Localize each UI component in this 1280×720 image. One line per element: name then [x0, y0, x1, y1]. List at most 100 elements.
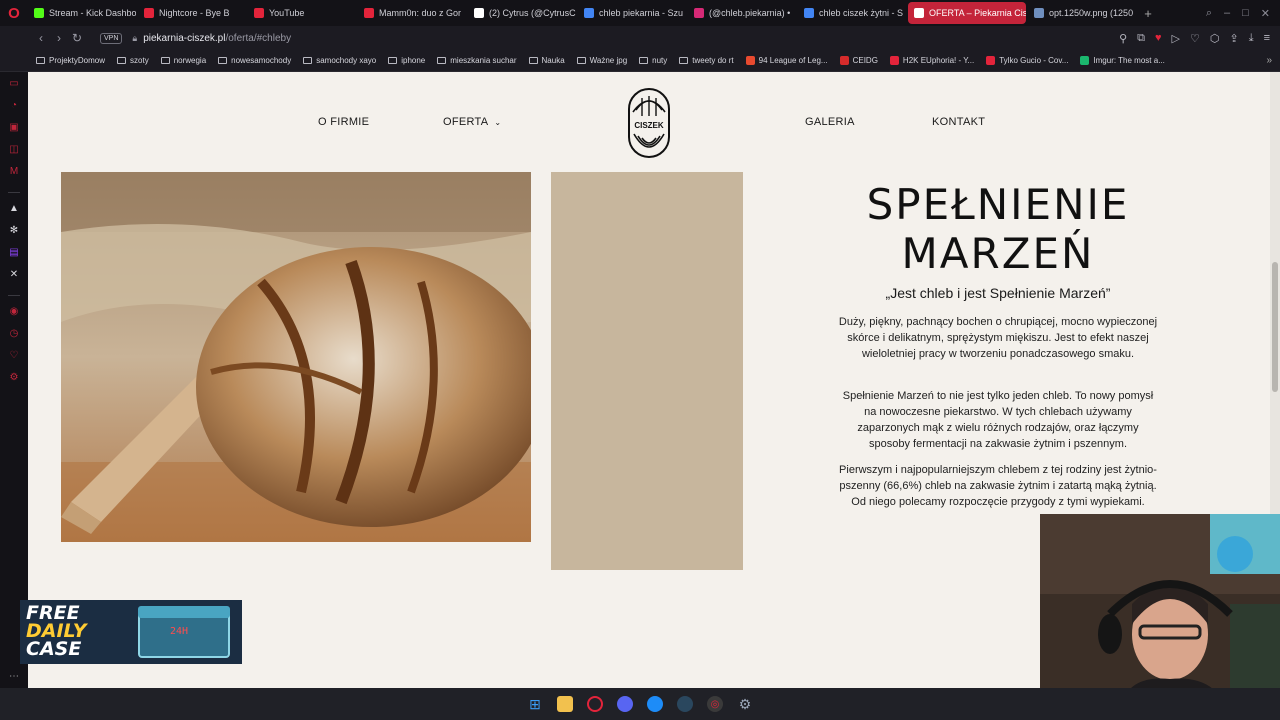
windows-start-icon[interactable]: ⊞ — [527, 696, 543, 712]
nav-o-firmie[interactable]: O FIRMIE — [318, 116, 369, 128]
sidebar-chatgpt-icon[interactable]: ✻ — [7, 225, 21, 241]
browser-tab[interactable]: chleb piekarnia - Szu — [578, 2, 686, 24]
browser-tab[interactable]: Mamm0n: duo z Gor — [358, 2, 466, 24]
bookmark-label: Imgur: The most a... — [1093, 56, 1165, 65]
easy-setup-icon[interactable]: ≡ — [1264, 32, 1270, 45]
sidebar-aria-icon[interactable]: ▲ — [7, 203, 21, 219]
browser-tab[interactable]: opt.1250w.png (1250 — [1028, 2, 1136, 24]
tab-label: (@chleb.piekarnia) • — [709, 8, 791, 18]
bookmark-label: nowesamochody — [231, 56, 292, 65]
vpn-badge[interactable]: VPN — [100, 32, 123, 44]
sidebar-history-icon[interactable]: ◔ — [7, 100, 21, 116]
tab-favicon-icon — [584, 8, 594, 18]
sidebar-x-icon[interactable]: ✕ — [7, 269, 21, 285]
bookmark-item[interactable]: nuty — [639, 56, 667, 65]
tab-label: opt.1250w.png (1250 — [1049, 8, 1134, 18]
discord-icon[interactable] — [617, 696, 633, 712]
play-icon[interactable]: ▷ — [1172, 32, 1180, 45]
tab-favicon-icon — [804, 8, 814, 18]
bookmark-item[interactable]: H2K EUphoria! - Y... — [889, 56, 974, 65]
sidebar-mail-icon[interactable]: M — [7, 166, 21, 182]
bookmark-label: Ważne jpg — [589, 56, 628, 65]
bookmark-item[interactable]: Nauka — [528, 56, 565, 65]
bookmark-item[interactable]: Imgur: The most a... — [1080, 56, 1165, 65]
bookmark-item[interactable]: Ważne jpg — [576, 56, 628, 65]
tab-label: Nightcore - Bye B — [159, 8, 230, 18]
nav-galeria[interactable]: GALERIA — [805, 116, 855, 128]
snapshot-icon[interactable]: ⧉ — [1137, 32, 1145, 45]
search-tabs-icon[interactable]: ⌕ — [1206, 7, 1212, 20]
bookmark-item[interactable]: tweety do rt — [679, 56, 734, 65]
bookmark-item[interactable]: ProjektyDomow — [36, 56, 105, 65]
pin-icon[interactable]: ⚲ — [1119, 32, 1127, 45]
bookmark-item[interactable]: szoty — [117, 56, 149, 65]
nav-oferta[interactable]: OFERTA ⌄ — [443, 116, 501, 128]
share-icon[interactable]: ⇪ — [1229, 32, 1238, 45]
browser-tab[interactable]: chleb ciszek żytni - S — [798, 2, 906, 24]
steam-icon[interactable] — [677, 696, 693, 712]
bookmarks-bar: ProjektyDomow szoty norwegia nowesamochody s… — [0, 50, 1280, 72]
sidebar-divider — [8, 295, 20, 296]
opera-sidebar: ▭ ◔ ▣ ◫ M ▲ ✻ ▤ ✕ ◉ ◷ ♡ ⚙ ⋯ — [0, 72, 28, 688]
tab-label: OFERTA – Piekarnia Cisz — [929, 8, 1026, 18]
scrollbar-thumb[interactable] — [1272, 262, 1278, 392]
opera-gx-icon[interactable] — [587, 696, 603, 712]
tab-favicon-icon — [364, 8, 374, 18]
url-field[interactable]: piekarnia-ciszek.pl/oferta/#chleby — [143, 33, 291, 44]
bookmark-label: ProjektyDomow — [49, 56, 106, 65]
ad-line-case: CASE — [26, 638, 82, 660]
sidebar-workspace-icon[interactable]: ▭ — [7, 78, 21, 94]
pocket-icon[interactable]: ♥ — [1155, 32, 1162, 45]
screen: O Stream - Kick Dashbo Nightcore - Bye B Y… — [0, 0, 1280, 720]
bookmark-label: mieszkania suchar — [450, 56, 517, 65]
sidebar-settings-icon[interactable]: ⚙ — [7, 372, 21, 388]
section-quote: „Jest chleb i jest Spełnienie Marzeń” — [885, 285, 1111, 301]
lock-icon[interactable]: 🔒︎ — [132, 33, 137, 44]
browser-tab-bar: O Stream - Kick Dashbo Nightcore - Bye B Y… — [0, 0, 1280, 26]
bookmark-label: 94 League of Leg... — [758, 56, 828, 65]
minimize-icon[interactable]: – — [1224, 7, 1230, 20]
sidebar-player-icon[interactable]: ◉ — [7, 306, 21, 322]
bookmark-item[interactable]: samochody xayo — [303, 56, 376, 65]
download-icon[interactable]: ⤓ — [1249, 32, 1254, 45]
new-tab-button[interactable]: + — [1138, 6, 1158, 21]
browser-tab[interactable]: Nightcore - Bye B — [138, 2, 246, 24]
close-window-icon[interactable]: ✕ — [1261, 7, 1270, 20]
paragraph: Spełnienie Marzeń to nie jest tylko jede… — [842, 390, 1154, 450]
extensions-icon[interactable]: ⬡ — [1210, 32, 1220, 45]
sidebar-messenger-icon[interactable]: ◫ — [7, 144, 21, 160]
heart-icon[interactable]: ♡ — [1190, 32, 1200, 45]
browser-tab[interactable]: OFERTA – Piekarnia Cisz — [908, 2, 1026, 24]
settings-icon[interactable]: ⚙ — [737, 696, 753, 712]
browser-tab[interactable]: Stream - Kick Dashbo — [28, 2, 136, 24]
browser-tab[interactable]: (2) Cytrus (@CytrusC — [468, 2, 576, 24]
maximize-icon[interactable]: □ — [1242, 7, 1249, 20]
browser-tab[interactable]: (@chleb.piekarnia) • — [688, 2, 796, 24]
sidebar-twitch-icon[interactable]: ▤ — [7, 247, 21, 263]
sidebar-clock-icon[interactable]: ◷ — [7, 328, 21, 344]
bookmarks-more-button[interactable]: » — [1266, 55, 1272, 66]
bookmark-item[interactable]: norwegia — [160, 56, 206, 65]
opera-menu-icon[interactable]: O — [0, 0, 28, 26]
forward-icon[interactable]: › — [50, 31, 68, 45]
bookmark-item[interactable]: nowesamochody — [218, 56, 291, 65]
folder-icon — [160, 57, 170, 64]
reload-icon[interactable]: ↻ — [68, 31, 86, 45]
app-icon[interactable]: ◎ — [707, 696, 723, 712]
browser-tab[interactable]: YouTube — [248, 2, 356, 24]
bookmark-item[interactable]: CEIDG — [839, 56, 878, 65]
bookmark-label: iphone — [401, 56, 426, 65]
nav-kontakt[interactable]: KONTAKT — [932, 116, 985, 128]
back-icon[interactable]: ‹ — [32, 31, 50, 45]
sidebar-more-icon[interactable]: ⋯ — [9, 671, 19, 682]
bookmark-item[interactable]: 94 League of Leg... — [745, 56, 828, 65]
sidebar-bookmarks-icon[interactable]: ♡ — [7, 350, 21, 366]
file-explorer-icon[interactable] — [557, 696, 573, 712]
messenger-icon[interactable] — [647, 696, 663, 712]
bookmark-item[interactable]: Tylko Gucio - Cov... — [986, 56, 1068, 65]
site-favicon-icon — [745, 56, 755, 65]
sidebar-wallet-icon[interactable]: ▣ — [7, 122, 21, 138]
bookmark-item[interactable]: mieszkania suchar — [437, 56, 517, 65]
bookmark-item[interactable]: iphone — [388, 56, 425, 65]
ciszek-logo[interactable]: CISZEK — [628, 88, 670, 158]
